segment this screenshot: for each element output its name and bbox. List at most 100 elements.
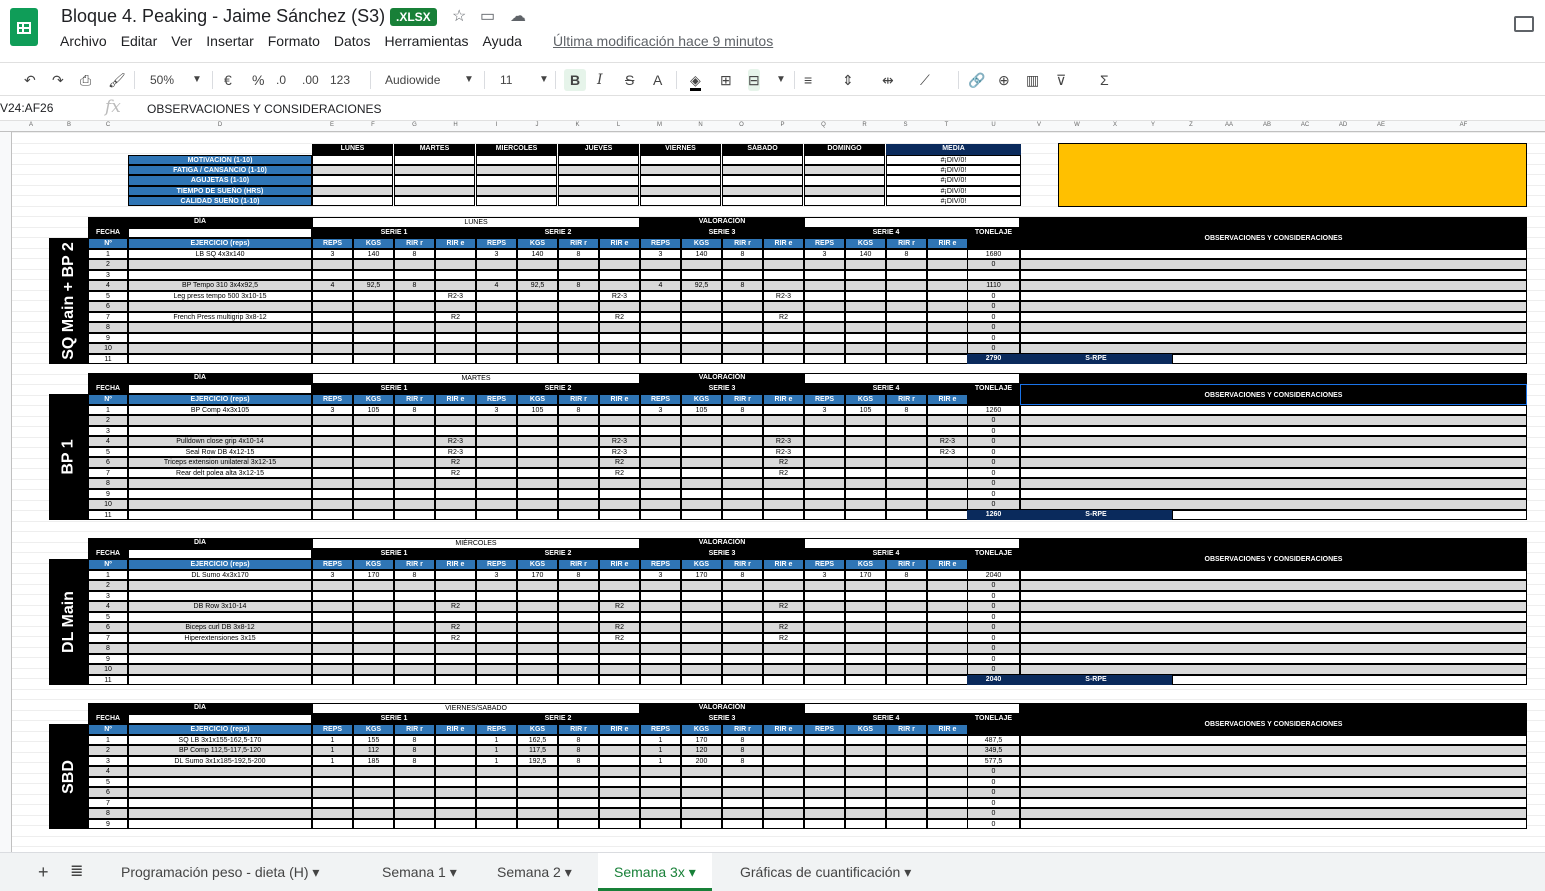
- serie-value-cell[interactable]: R2: [435, 467, 476, 478]
- serie-value-cell[interactable]: [394, 808, 435, 819]
- summary-cell[interactable]: [312, 155, 393, 166]
- serie-subheader[interactable]: REPS: [804, 724, 845, 735]
- serie-value-cell[interactable]: [722, 590, 763, 601]
- serie-value-cell[interactable]: [886, 259, 927, 270]
- serie-subheader[interactable]: RIR r: [886, 238, 927, 249]
- serie-value-cell[interactable]: [517, 787, 558, 798]
- serie-value-cell[interactable]: [804, 808, 845, 819]
- exercise-number[interactable]: 1: [88, 734, 128, 745]
- serie-value-cell[interactable]: [353, 808, 394, 819]
- serie-value-cell[interactable]: [353, 674, 394, 685]
- column-header[interactable]: H: [435, 122, 476, 128]
- serie-value-cell[interactable]: [763, 425, 804, 436]
- serie-value-cell[interactable]: R2: [763, 457, 804, 468]
- serie-value-cell[interactable]: [804, 425, 845, 436]
- tonelaje-value[interactable]: 0: [967, 457, 1020, 468]
- serie-value-cell[interactable]: [312, 776, 353, 787]
- serie-value-cell[interactable]: 8: [886, 569, 927, 580]
- exercise-name[interactable]: [128, 808, 312, 819]
- ejercicio-header[interactable]: EJERCICIO (reps): [128, 238, 312, 249]
- serie-header[interactable]: SERIE 2: [476, 227, 640, 238]
- serie-value-cell[interactable]: [845, 311, 886, 322]
- tonelaje-value[interactable]: 0: [967, 590, 1020, 601]
- menu-datos[interactable]: Datos: [334, 33, 371, 49]
- serie-value-cell[interactable]: 112: [353, 745, 394, 756]
- serie-value-cell[interactable]: [722, 643, 763, 654]
- serie-value-cell[interactable]: [599, 404, 640, 415]
- serie-value-cell[interactable]: [804, 415, 845, 426]
- serie-value-cell[interactable]: [558, 808, 599, 819]
- serie-value-cell[interactable]: [312, 269, 353, 280]
- serie-subheader[interactable]: RIR e: [927, 238, 968, 249]
- tonelaje-value[interactable]: 0: [967, 259, 1020, 270]
- serie-value-cell[interactable]: [845, 590, 886, 601]
- block-day-name[interactable]: MIÉRCOLES: [312, 538, 640, 549]
- summary-row-label[interactable]: MOTIVACIÓN (1-10): [128, 155, 312, 166]
- serie-value-cell[interactable]: [394, 301, 435, 312]
- serie-value-cell[interactable]: 1: [476, 734, 517, 745]
- serie-value-cell[interactable]: [845, 343, 886, 354]
- column-header[interactable]: S: [885, 122, 926, 128]
- serie-value-cell[interactable]: [763, 580, 804, 591]
- serie-value-cell[interactable]: 3: [312, 569, 353, 580]
- serie-value-cell[interactable]: [640, 301, 681, 312]
- chevron-down-icon[interactable]: ▼: [192, 69, 202, 91]
- serie-value-cell[interactable]: [927, 457, 968, 468]
- serie-subheader[interactable]: REPS: [804, 394, 845, 405]
- observaciones-cell[interactable]: [1020, 643, 1527, 654]
- summary-cell[interactable]: [476, 185, 557, 196]
- serie-value-cell[interactable]: 92,5: [353, 280, 394, 291]
- serie-subheader[interactable]: RIR r: [722, 394, 763, 405]
- serie-value-cell[interactable]: [353, 766, 394, 777]
- serie-value-cell[interactable]: R2-3: [927, 436, 968, 447]
- observaciones-cell[interactable]: [1020, 797, 1527, 808]
- tonelaje-value[interactable]: 0: [967, 797, 1020, 808]
- summary-row-label[interactable]: AGUJETAS (1-10): [128, 175, 312, 186]
- summary-day-header[interactable]: DOMINGO: [804, 144, 885, 155]
- serie-value-cell[interactable]: R2-3: [763, 446, 804, 457]
- serie-value-cell[interactable]: [517, 332, 558, 343]
- exercise-number[interactable]: 3: [88, 590, 128, 601]
- fill-color-icon[interactable]: ◈: [690, 69, 701, 91]
- exercise-name[interactable]: Rear delt polea alta 3x12-15: [128, 467, 312, 478]
- serie-value-cell[interactable]: [640, 415, 681, 426]
- serie-value-cell[interactable]: [517, 322, 558, 333]
- serie-value-cell[interactable]: [927, 622, 968, 633]
- serie-subheader[interactable]: REPS: [640, 559, 681, 570]
- serie-value-cell[interactable]: [312, 332, 353, 343]
- serie-value-cell[interactable]: 8: [394, 569, 435, 580]
- summary-row-label[interactable]: TIEMPO DE SUEÑO (HRS): [128, 185, 312, 196]
- observaciones-cell[interactable]: [1020, 569, 1527, 580]
- column-header[interactable]: I: [476, 122, 517, 128]
- exercise-name[interactable]: [128, 664, 312, 675]
- exercise-name[interactable]: [128, 499, 312, 510]
- observaciones-header[interactable]: OBSERVACIONES Y CONSIDERACIONES: [1020, 713, 1527, 735]
- exercise-number[interactable]: 11: [88, 509, 128, 520]
- serie-value-cell[interactable]: [517, 808, 558, 819]
- serie-value-cell[interactable]: [312, 322, 353, 333]
- serie-value-cell[interactable]: 8: [558, 248, 599, 259]
- serie-value-cell[interactable]: [312, 415, 353, 426]
- serie-value-cell[interactable]: [312, 611, 353, 622]
- serie-value-cell[interactable]: [312, 457, 353, 468]
- serie-value-cell[interactable]: [886, 734, 927, 745]
- serie-value-cell[interactable]: [476, 301, 517, 312]
- serie-value-cell[interactable]: [886, 766, 927, 777]
- serie-value-cell[interactable]: 170: [517, 569, 558, 580]
- serie-header[interactable]: SERIE 2: [476, 713, 640, 724]
- block-fecha-label[interactable]: FECHA: [88, 713, 128, 724]
- serie-value-cell[interactable]: [435, 343, 476, 354]
- serie-value-cell[interactable]: [722, 653, 763, 664]
- serie-value-cell[interactable]: [558, 797, 599, 808]
- serie-value-cell[interactable]: R2: [599, 457, 640, 468]
- serie-value-cell[interactable]: [558, 322, 599, 333]
- serie-value-cell[interactable]: [517, 343, 558, 354]
- serie-value-cell[interactable]: [558, 580, 599, 591]
- serie-value-cell[interactable]: 155: [353, 734, 394, 745]
- serie-value-cell[interactable]: [927, 734, 968, 745]
- serie-value-cell[interactable]: 105: [353, 404, 394, 415]
- serie-value-cell[interactable]: [804, 343, 845, 354]
- serie-subheader[interactable]: RIR r: [886, 724, 927, 735]
- serie-value-cell[interactable]: [394, 290, 435, 301]
- serie-value-cell[interactable]: 8: [722, 569, 763, 580]
